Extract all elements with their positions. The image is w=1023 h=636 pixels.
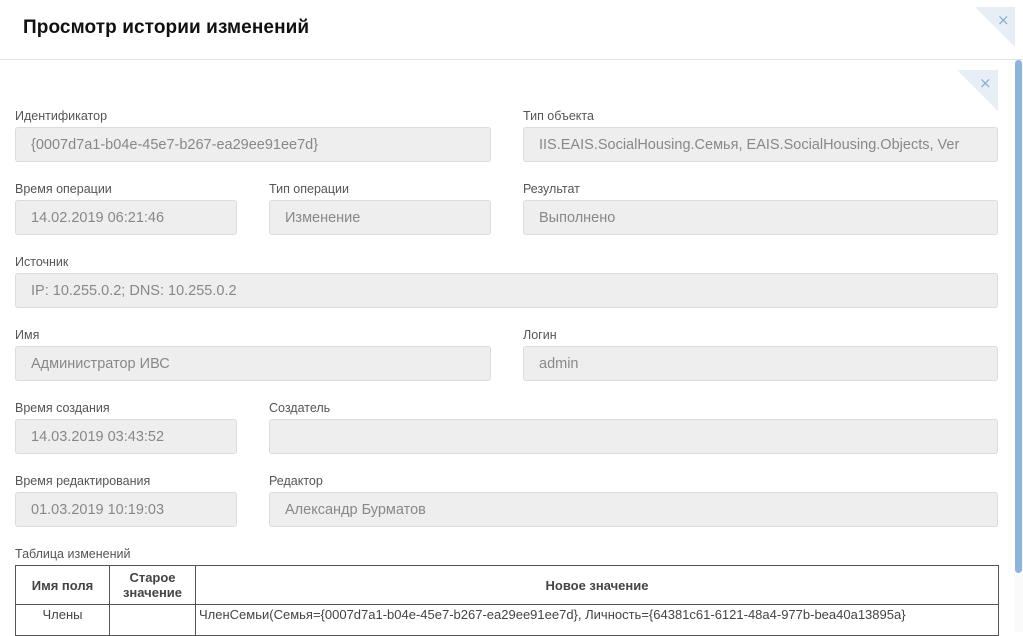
table-cell-new: ЧленСемьи(Семья={0007d7a1-b04e-45e7-b267… xyxy=(195,604,999,636)
operation-time-field[interactable]: 14.02.2019 06:21:46 xyxy=(15,200,237,235)
result-field[interactable]: Выполнено xyxy=(523,200,998,235)
column-header-old-value[interactable]: Старое значение xyxy=(109,565,196,605)
operation-time-label: Время операции xyxy=(15,182,112,196)
changes-table: Имя поля Старое значение Новое значение … xyxy=(15,565,999,636)
changes-table-label: Таблица изменений xyxy=(15,547,131,561)
name-field[interactable]: Администратор ИВС xyxy=(15,346,491,381)
dialog-title: Просмотр истории изменений xyxy=(23,17,310,38)
created-time-field[interactable]: 14.03.2019 03:43:52 xyxy=(15,419,237,454)
creator-label: Создатель xyxy=(269,401,331,415)
column-header-new-value[interactable]: Новое значение xyxy=(195,565,999,605)
close-icon[interactable]: × xyxy=(997,13,1010,28)
scrollbar-thumb[interactable] xyxy=(1015,60,1022,573)
result-label: Результат xyxy=(523,182,580,196)
identifier-field[interactable]: {0007d7a1-b04e-45e7-b267-ea29ee91ee7d} xyxy=(15,127,491,162)
vertical-scrollbar[interactable] xyxy=(1014,60,1023,632)
source-field[interactable]: IP: 10.255.0.2; DNS: 10.255.0.2 xyxy=(15,273,998,308)
panel-close-button[interactable] xyxy=(957,70,998,111)
edited-time-label: Время редактирования xyxy=(15,474,151,488)
dialog-header: Просмотр истории изменений xyxy=(0,0,1023,60)
object-type-field[interactable]: IIS.EAIS.SocialHousing.Семья, EAIS.Socia… xyxy=(523,127,998,162)
table-row[interactable]: Члены ЧленСемьи(Семья={0007d7a1-b04e-45e… xyxy=(15,604,999,636)
name-label: Имя xyxy=(15,328,40,342)
identifier-label: Идентификатор xyxy=(15,109,108,123)
created-time-label: Время создания xyxy=(15,401,110,415)
creator-field[interactable] xyxy=(269,419,998,454)
editor-label: Редактор xyxy=(269,474,323,488)
editor-field[interactable]: Александр Бурматов xyxy=(269,492,998,527)
column-header-field-name[interactable]: Имя поля xyxy=(15,565,110,605)
source-label: Источник xyxy=(15,255,69,269)
table-cell-old xyxy=(109,604,196,636)
operation-type-label: Тип операции xyxy=(269,182,350,196)
login-field[interactable]: admin xyxy=(523,346,998,381)
table-cell-field: Члены xyxy=(15,604,110,636)
close-icon[interactable]: × xyxy=(979,76,992,91)
object-type-label: Тип объекта xyxy=(523,109,594,123)
edited-time-field[interactable]: 01.03.2019 10:19:03 xyxy=(15,492,237,527)
table-header-row: Имя поля Старое значение Новое значение xyxy=(15,565,999,605)
operation-type-field[interactable]: Изменение xyxy=(269,200,491,235)
login-label: Логин xyxy=(523,328,557,342)
